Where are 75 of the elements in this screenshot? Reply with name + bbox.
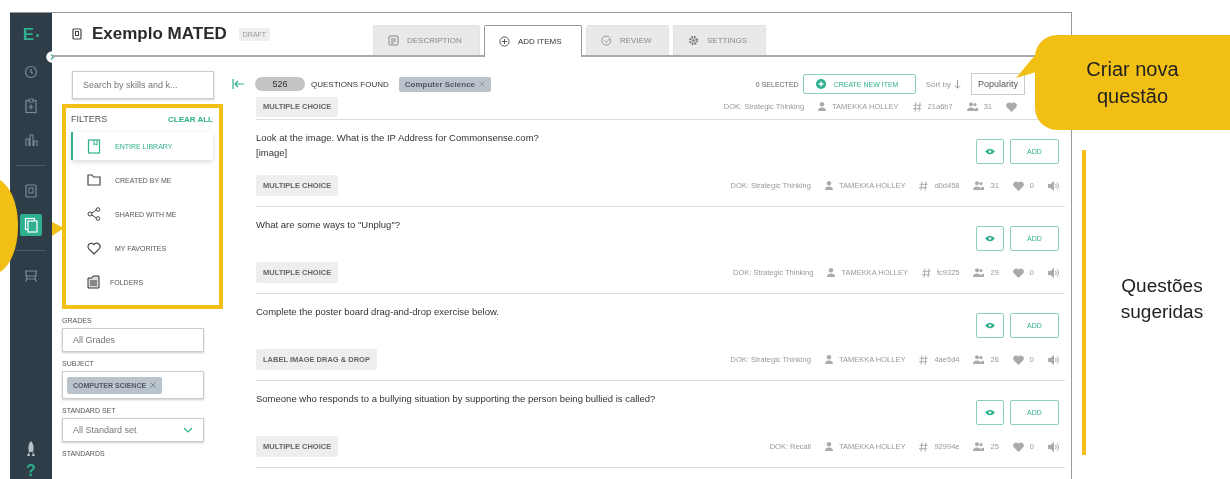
grades-field[interactable]: All Grades	[62, 328, 204, 352]
heart-icon[interactable]	[1012, 354, 1024, 365]
person-icon	[824, 442, 833, 451]
sort-label: Sort by	[925, 79, 951, 89]
person-icon	[827, 268, 836, 277]
results-label: QUESTIONS FOUND	[311, 79, 389, 89]
tab[interactable]: SETTINGS	[673, 25, 766, 55]
speaker-icon[interactable]	[1048, 441, 1059, 452]
heart-icon[interactable]	[1006, 101, 1017, 112]
preview-button[interactable]	[976, 139, 1004, 164]
folder-icon	[87, 275, 100, 289]
plus-circle-icon	[499, 36, 510, 47]
check-circle-icon	[601, 35, 612, 46]
eye-icon	[985, 322, 995, 329]
sort-arrow-icon[interactable]	[953, 79, 961, 89]
standard-set-dropdown[interactable]: All Standard set	[62, 418, 204, 442]
folder-icon	[87, 174, 101, 186]
person-icon	[824, 181, 833, 190]
heart-icon[interactable]	[1012, 441, 1024, 452]
filters-title: FILTERS	[71, 114, 108, 124]
question-text: Look at the image. What is the IP Address for Commonsense.com?	[256, 131, 540, 145]
document-icon	[72, 28, 82, 40]
count-badge: 526	[255, 77, 305, 91]
chevron-icon	[183, 427, 193, 433]
preview-button[interactable]	[976, 400, 1004, 425]
close-icon[interactable]	[150, 382, 157, 388]
document-icon	[388, 35, 399, 46]
users-icon	[973, 355, 985, 364]
hash-icon	[912, 101, 922, 112]
person-icon	[818, 102, 827, 111]
expand-icon[interactable]	[46, 51, 58, 63]
speaker-icon[interactable]	[1048, 180, 1059, 191]
gear-icon	[688, 35, 699, 46]
preview-button[interactable]	[976, 226, 1004, 251]
clear-all-link[interactable]: CLEAR ALL	[167, 114, 213, 124]
page-title: Exemplo MATED	[92, 24, 227, 44]
eye-icon	[985, 148, 995, 155]
heart-icon	[87, 241, 101, 255]
logo[interactable]: E	[22, 25, 40, 45]
users-icon	[973, 268, 985, 277]
collapse-icon[interactable]	[232, 79, 245, 89]
question-text: Someone who responds to a bullying situation by supporting the person being bullied is called?	[256, 392, 657, 406]
plus-circle-icon	[815, 79, 826, 89]
search-field[interactable]: Search by skills and k...	[72, 71, 214, 99]
tab[interactable]: ADD ITEMS	[484, 25, 582, 57]
question-text: Complete the poster board drag-and-drop exercise below.	[256, 305, 500, 319]
annotation-label: Questões sugeridas	[1119, 274, 1205, 324]
question-text: What are some ways to "Unplug"?	[256, 218, 402, 232]
question-text: [image]	[256, 146, 289, 160]
book-icon	[87, 138, 101, 154]
help-icon[interactable]: ?	[26, 463, 36, 479]
rocket-icon[interactable]	[26, 441, 36, 457]
heart-icon[interactable]	[1012, 180, 1024, 191]
speaker-icon[interactable]	[1048, 354, 1059, 365]
preview-button[interactable]	[976, 313, 1004, 338]
hash-icon	[919, 441, 929, 452]
person-icon	[824, 355, 833, 364]
users-icon	[966, 102, 978, 111]
close-icon[interactable]	[479, 81, 486, 87]
filter-chip[interactable]: Computer Science	[398, 76, 492, 92]
sort-dropdown[interactable]: Popularity	[970, 73, 1025, 95]
share-icon	[87, 207, 101, 221]
users-icon	[973, 181, 985, 190]
copies-icon[interactable]	[20, 214, 42, 236]
speaker-icon[interactable]	[1048, 267, 1059, 278]
tab[interactable]: REVIEW	[586, 25, 669, 55]
hash-icon	[919, 180, 929, 191]
eye-icon	[985, 235, 995, 242]
hash-icon	[921, 267, 931, 278]
heart-icon[interactable]	[1012, 267, 1024, 278]
hash-icon	[919, 354, 929, 365]
eye-icon	[985, 409, 995, 416]
callout-bubble: Criar nova questão	[1035, 35, 1230, 130]
users-icon	[973, 442, 985, 451]
tab[interactable]: DESCRIPTION	[373, 25, 480, 55]
